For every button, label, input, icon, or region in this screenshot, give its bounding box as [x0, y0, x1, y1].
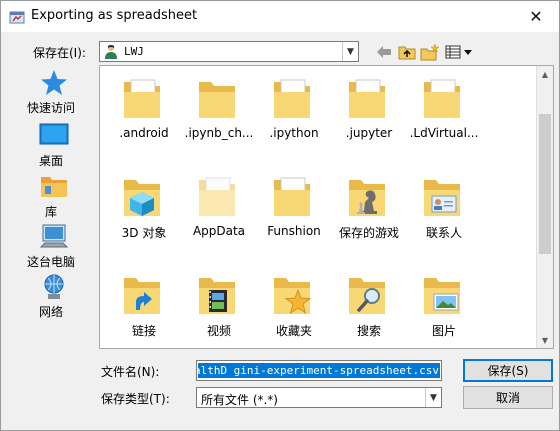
place-desktop[interactable]: 桌面 [13, 122, 97, 172]
file-type-value: 所有文件 (*.*) [201, 393, 278, 407]
save-button[interactable]: 保存(S) [463, 359, 553, 382]
item-label: .LdVirtual... [409, 126, 479, 140]
close-icon: ✕ [529, 7, 543, 26]
user-folder-icon [105, 45, 117, 59]
back-button[interactable] [373, 41, 395, 62]
new-folder-icon [420, 42, 440, 60]
item-label: 联系人 [425, 226, 462, 240]
list-item[interactable]: 图片 [406, 262, 482, 348]
item-label: 视频 [206, 324, 231, 338]
look-in-value: LWJ [124, 45, 144, 58]
list-item[interactable]: Funshion [256, 164, 332, 254]
folder-picture-icon [424, 278, 460, 314]
list-item[interactable]: .ipython [256, 66, 332, 156]
folder-doc-icon [274, 177, 310, 216]
folder-contact-icon [424, 180, 460, 216]
list-item[interactable]: 链接 [106, 262, 182, 348]
item-label: .ipython [269, 126, 319, 140]
item-label: 链接 [131, 324, 156, 338]
scroll-thumb[interactable] [539, 114, 551, 254]
list-item[interactable]: 搜索 [331, 262, 407, 348]
list-item[interactable]: 联系人 [406, 164, 482, 254]
list-item[interactable]: .LdVirtual... [406, 66, 482, 156]
folder-doc-icon [274, 79, 310, 118]
item-label: 收藏夹 [275, 324, 312, 338]
list-item[interactable]: .ipynb_ch... [181, 66, 257, 156]
chevron-down-icon[interactable]: ▼ [425, 388, 441, 407]
list-item[interactable]: AppData [181, 164, 257, 254]
list-item[interactable]: .jupyter [331, 66, 407, 156]
cancel-button[interactable]: 取消 [463, 386, 553, 409]
folder-icon [199, 82, 235, 118]
item-label: .jupyter [345, 126, 393, 140]
library-icon [41, 177, 67, 197]
item-label: .ipynb_ch... [184, 126, 254, 140]
view-menu-icon [445, 45, 472, 58]
look-in-label: 保存在(I): [33, 46, 86, 60]
folder-search-icon [349, 278, 385, 314]
desktop-icon [39, 123, 69, 145]
place-label: 快速访问 [26, 101, 75, 115]
chevron-down-icon[interactable]: ▼ [342, 42, 358, 61]
place-label: 这台电脑 [26, 255, 75, 269]
window-title: Exporting as spreadsheet [31, 8, 198, 23]
folder-chess-icon [349, 180, 385, 216]
file-name-input[interactable]: ealthD gini-experiment-spreadsheet.csv [196, 360, 442, 381]
folder-doc-icon [424, 79, 460, 118]
title-bar: Exporting as spreadsheet ✕ [1, 1, 559, 32]
back-arrow-icon [377, 45, 391, 58]
item-label: 保存的游戏 [338, 226, 399, 240]
list-item[interactable]: 收藏夹 [256, 262, 332, 348]
computer-icon [39, 224, 69, 248]
file-name-label: 文件名(N): [101, 365, 160, 379]
place-libraries[interactable]: 库 [13, 173, 97, 223]
vertical-scrollbar[interactable]: ▲ ▼ [536, 66, 553, 348]
list-item[interactable]: 保存的游戏 [331, 164, 407, 254]
folder-doc-icon [124, 79, 160, 118]
item-label: Funshion [267, 224, 321, 238]
place-quick-access[interactable]: 快速访问 [13, 69, 97, 119]
new-folder-button[interactable] [419, 41, 441, 62]
file-type-combo[interactable]: 所有文件 (*.*) ▼ [196, 387, 442, 408]
folder-doc-icon [349, 79, 385, 118]
look-in-combo[interactable]: LWJ ▼ [99, 41, 359, 62]
item-label: .android [119, 126, 169, 140]
folder-light-icon [199, 177, 235, 216]
close-button[interactable]: ✕ [513, 1, 559, 32]
item-label: 搜索 [356, 324, 381, 338]
place-network[interactable]: 网络 [13, 273, 97, 323]
file-name-value: ealthD gini-experiment-spreadsheet.csv [198, 363, 440, 378]
java-app-icon [9, 11, 25, 24]
place-label: 库 [44, 205, 57, 219]
file-list[interactable]: .android .ipynb_ch... .ipython .jupyter … [99, 65, 554, 349]
item-label: 图片 [431, 324, 456, 338]
file-type-label: 保存类型(T): [101, 392, 170, 406]
view-menu-button[interactable] [444, 41, 474, 62]
folder-star-icon [274, 278, 312, 314]
item-label: AppData [192, 224, 246, 238]
list-item[interactable]: 视频 [181, 262, 257, 348]
save-dialog: Exporting as spreadsheet ✕ 保存在(I): LWJ ▼ [0, 0, 560, 431]
list-item[interactable]: .android [106, 66, 182, 156]
up-folder-icon [398, 46, 416, 59]
place-label: 桌面 [38, 154, 63, 168]
folder-3d-icon [124, 180, 160, 216]
star-icon [41, 70, 67, 95]
folder-link-icon [124, 278, 160, 314]
places-bar: 快速访问 桌面 库 这台电脑 网络 [13, 65, 97, 329]
folder-video-icon [199, 278, 235, 314]
scroll-up-icon[interactable]: ▲ [537, 66, 553, 82]
item-label: 3D 对象 [121, 226, 167, 240]
up-one-level-button[interactable] [396, 41, 418, 62]
network-icon [44, 274, 64, 299]
place-this-pc[interactable]: 这台电脑 [13, 223, 97, 273]
list-item[interactable]: 3D 对象 [106, 164, 182, 254]
place-label: 网络 [38, 305, 63, 319]
scroll-down-icon[interactable]: ▼ [537, 332, 553, 348]
